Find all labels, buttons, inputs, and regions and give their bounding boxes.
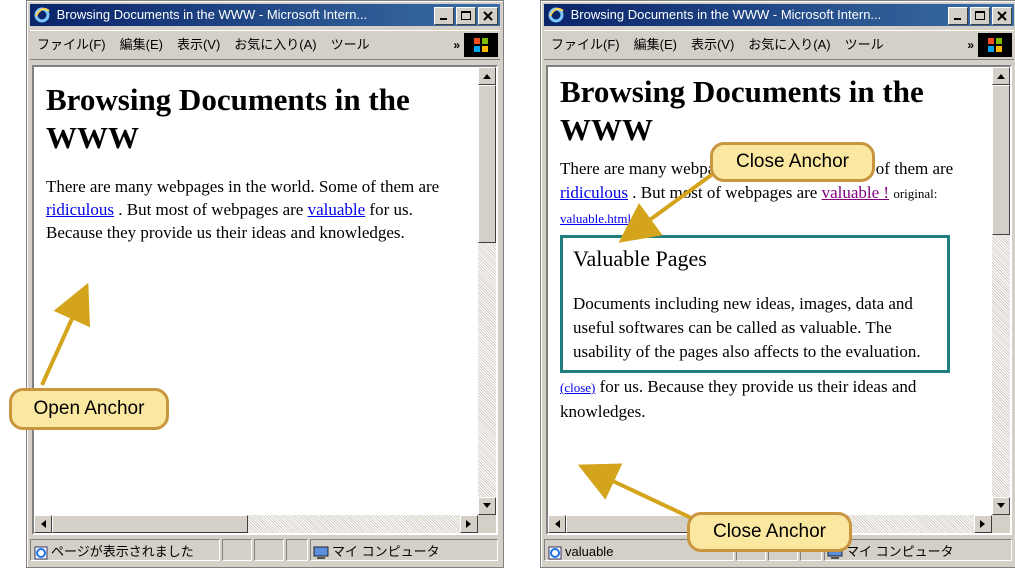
link-valuable-expanded[interactable]: valuable ! (822, 183, 890, 202)
status-cell (254, 539, 284, 561)
window-title: Browsing Documents in the WWW - Microsof… (570, 7, 882, 22)
menu-view[interactable]: 表示(V) (170, 31, 227, 59)
link-valuable[interactable]: valuable (308, 200, 366, 219)
left-browser-window: Browsing Documents in the WWW - Microsof… (26, 0, 504, 568)
menu-chevron-icon[interactable]: » (967, 31, 974, 59)
scroll-right-icon[interactable] (460, 515, 478, 533)
minimize-button[interactable] (434, 7, 454, 25)
link-ridiculous[interactable]: ridiculous (560, 183, 628, 202)
menu-favorites[interactable]: お気に入り(A) (741, 31, 837, 59)
open-anchor-callout: Open Anchor (9, 388, 169, 430)
menu-file[interactable]: ファイル(F) (30, 31, 113, 59)
status-bar: ページが表示されました マイ コンピュータ (30, 537, 500, 563)
maximize-button[interactable] (456, 7, 476, 25)
scroll-down-icon[interactable] (992, 497, 1010, 515)
close-anchor-callout-bottom: Close Anchor (687, 512, 852, 552)
page-heading: Browsing Documents in the WWW (46, 82, 410, 155)
zone-text: マイ コンピュータ (332, 544, 440, 559)
maximize-button[interactable] (970, 7, 990, 25)
page-paragraph: There are many webpages in the world. So… (46, 177, 440, 242)
zone-text: マイ コンピュータ (846, 544, 954, 559)
menu-tools[interactable]: ツール (838, 31, 891, 59)
menu-bar: ファイル(F) 編集(E) 表示(V) お気に入り(A) ツール » (30, 30, 500, 60)
link-original-file[interactable]: valuable.html (560, 211, 631, 226)
menu-edit[interactable]: 編集(E) (113, 31, 170, 59)
title-bar: Browsing Documents in the WWW - Microsof… (544, 4, 1014, 26)
link-close[interactable]: (close) (560, 380, 595, 395)
ie-logo-icon (34, 7, 50, 23)
page-status-icon (34, 544, 48, 560)
title-bar: Browsing Documents in the WWW - Microsof… (30, 4, 500, 26)
computer-icon (313, 544, 329, 559)
scroll-corner (478, 515, 496, 533)
page-status-icon (548, 544, 562, 560)
page-viewport: Browsing Documents in the WWW There are … (546, 65, 1012, 535)
menu-view[interactable]: 表示(V) (684, 31, 741, 59)
close-anchor-callout-top: Close Anchor (710, 142, 875, 182)
scroll-thumb-horizontal[interactable] (52, 515, 248, 533)
windows-logo-icon (978, 33, 1012, 57)
page-viewport: Browsing Documents in the WWW There are … (32, 65, 498, 535)
scroll-thumb[interactable] (992, 85, 1010, 235)
horizontal-scrollbar[interactable] (34, 515, 478, 533)
scroll-thumb[interactable] (478, 85, 496, 243)
status-cell (286, 539, 308, 561)
page-paragraph-continued: (close) for us. Because they provide us … (560, 377, 917, 421)
embedded-text: Documents including new ideas, images, d… (573, 294, 921, 361)
status-cell (222, 539, 252, 561)
scroll-left-icon[interactable] (548, 515, 566, 533)
window-title: Browsing Documents in the WWW - Microsof… (56, 7, 368, 22)
menu-favorites[interactable]: お気に入り(A) (227, 31, 323, 59)
scroll-up-icon[interactable] (992, 67, 1010, 85)
scroll-right-icon[interactable] (974, 515, 992, 533)
vertical-scrollbar[interactable] (992, 67, 1010, 515)
status-text: ページが表示されました (51, 544, 194, 559)
menu-file[interactable]: ファイル(F) (544, 31, 627, 59)
original-label: original: (893, 186, 938, 201)
right-browser-window: Browsing Documents in the WWW - Microsof… (540, 0, 1015, 568)
vertical-scrollbar[interactable] (478, 67, 496, 515)
scroll-down-icon[interactable] (478, 497, 496, 515)
menu-tools[interactable]: ツール (324, 31, 377, 59)
link-ridiculous[interactable]: ridiculous (46, 200, 114, 219)
scroll-corner (992, 515, 1010, 533)
scroll-up-icon[interactable] (478, 67, 496, 85)
status-text: valuable (565, 544, 614, 559)
close-button[interactable] (478, 7, 498, 25)
close-button[interactable] (992, 7, 1012, 25)
menu-bar: ファイル(F) 編集(E) 表示(V) お気に入り(A) ツール » (544, 30, 1014, 60)
embedded-document-box: Valuable Pages Documents including new i… (560, 235, 950, 373)
menu-edit[interactable]: 編集(E) (627, 31, 684, 59)
minimize-button[interactable] (948, 7, 968, 25)
windows-logo-icon (464, 33, 498, 57)
ie-logo-icon (548, 7, 564, 23)
embedded-title: Valuable Pages (573, 246, 707, 271)
menu-chevron-icon[interactable]: » (453, 31, 460, 59)
page-heading: Browsing Documents in the WWW (560, 74, 924, 147)
scroll-left-icon[interactable] (34, 515, 52, 533)
